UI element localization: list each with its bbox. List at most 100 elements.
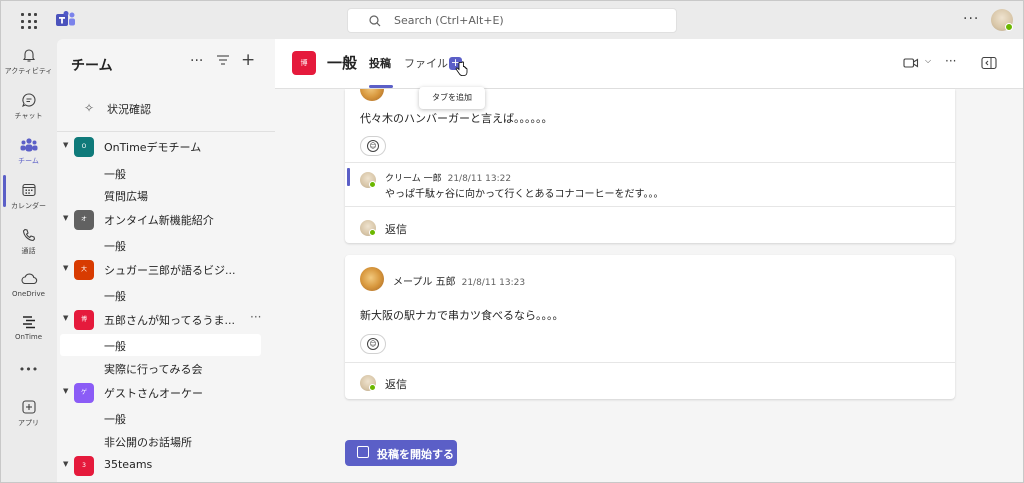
post-card: 代々木のハンバーガーと言えば。。。。。。 ☺ クリーム 一郎 21/8/11 13… bbox=[345, 89, 955, 243]
chevron-down-icon[interactable]: ▼ bbox=[63, 460, 68, 468]
rail-item-ontime[interactable]: OnTime bbox=[1, 308, 56, 352]
channel-name: 一般 bbox=[104, 240, 126, 253]
add-team-icon[interactable]: + bbox=[241, 50, 255, 70]
more-apps-icon: ••• bbox=[18, 363, 39, 376]
channel-info-icon[interactable] bbox=[981, 56, 997, 70]
chevron-down-icon[interactable]: ⌵ bbox=[925, 56, 931, 66]
my-avatar bbox=[360, 220, 376, 236]
presence-available-icon bbox=[369, 384, 376, 391]
chevron-down-icon[interactable]: ▼ bbox=[63, 387, 68, 395]
rail-item-apps[interactable]: アプリ bbox=[1, 393, 56, 437]
add-reaction-button[interactable]: ☺ bbox=[360, 136, 386, 156]
channel-header: 博 一般 投稿 ファイル + ⌵ ··· bbox=[275, 39, 1023, 89]
teams-logo-icon bbox=[56, 11, 75, 26]
search-input[interactable]: Search (Ctrl+Alt+E) bbox=[347, 8, 677, 33]
add-reaction-button[interactable]: ☺ bbox=[360, 334, 386, 354]
reply-author-name: クリーム 一郎 bbox=[385, 174, 442, 184]
start-post-button[interactable]: 投稿を開始する bbox=[345, 440, 457, 466]
teams-sidebar: チーム ··· + ✧ 状況確認 ▼ O OnTimeデモチーム 一般 質問広場… bbox=[57, 39, 275, 482]
bell-icon bbox=[22, 49, 35, 62]
tab-posts[interactable]: 投稿 bbox=[369, 55, 391, 71]
channel-name: 実際に行ってみる会 bbox=[104, 363, 203, 376]
app-launcher-icon[interactable] bbox=[21, 13, 37, 29]
profile-avatar[interactable] bbox=[991, 9, 1013, 31]
search-placeholder: Search (Ctrl+Alt+E) bbox=[394, 14, 504, 27]
start-post-label: 投稿を開始する bbox=[377, 448, 454, 461]
chevron-down-icon[interactable]: ▼ bbox=[63, 314, 68, 322]
post-text: 新大阪の駅ナカで串カツ食べるなら。。。。 bbox=[360, 309, 564, 322]
team-item-35teams[interactable]: ▼ 3 35teams bbox=[57, 454, 275, 478]
sparkle-icon: ✧ bbox=[84, 101, 95, 115]
channel-title: 一般 bbox=[327, 54, 358, 72]
rail-item-calls[interactable]: 通話 bbox=[1, 221, 56, 265]
settings-more-icon[interactable]: ··· bbox=[963, 11, 979, 27]
rail-item-teams[interactable]: チーム bbox=[1, 131, 56, 175]
post-timestamp: 21/8/11 13:23 bbox=[461, 278, 526, 288]
chevron-down-icon[interactable]: ▼ bbox=[63, 141, 68, 149]
add-tab-tooltip: タブを追加 bbox=[419, 87, 485, 109]
teams-window: Search (Ctrl+Alt+E) ··· アクティビティ チャット チーム… bbox=[0, 0, 1024, 483]
divider bbox=[57, 131, 275, 132]
reply-text: やっぱ千駄ヶ谷に向かって行くとあるコナコーヒーをだす。。。 bbox=[385, 189, 664, 200]
compose-icon bbox=[357, 446, 369, 458]
reply-author-avatar bbox=[360, 172, 376, 188]
channel-name: 一般 bbox=[104, 290, 126, 303]
channel-more-icon[interactable]: ··· bbox=[945, 54, 956, 68]
channel-item-selected[interactable]: 一般 bbox=[60, 334, 261, 356]
team-avatar: 3 bbox=[74, 456, 94, 476]
channel-item[interactable]: 一般 bbox=[60, 234, 261, 256]
channel-main: 博 一般 投稿 ファイル + ⌵ ··· タブを追加 代々木のハンバーガーと言え… bbox=[275, 39, 1023, 482]
post-card: メープル 五郎 21/8/11 13:23 新大阪の駅ナカで串カツ食べるなら。。。… bbox=[345, 255, 955, 399]
sidebar-item-status-check[interactable]: ✧ 状況確認 bbox=[57, 97, 275, 131]
team-avatar: 博 bbox=[74, 310, 94, 330]
app-rail: アクティビティ チャット チーム カレンダー 通話 OneDrive OnTim… bbox=[1, 39, 56, 482]
channel-item[interactable]: 一般 bbox=[60, 407, 261, 429]
rail-label: 通話 bbox=[21, 247, 36, 255]
team-item-guest[interactable]: ▼ ゲ ゲストさんオーケー bbox=[57, 381, 275, 405]
more-options-icon[interactable]: ··· bbox=[190, 53, 203, 69]
channel-name: 非公開のお話場所 bbox=[104, 436, 192, 449]
channel-item[interactable]: 質問広場 bbox=[60, 184, 261, 206]
team-item-new-features[interactable]: ▼ オ オンタイム新機能紹介 bbox=[57, 208, 275, 232]
video-call-icon[interactable] bbox=[903, 57, 919, 69]
team-name: 五郎さんが知ってるうま... bbox=[104, 314, 235, 327]
rail-label: アプリ bbox=[18, 419, 39, 427]
author-avatar bbox=[360, 267, 384, 291]
sidebar-title: チーム bbox=[71, 58, 113, 74]
reply-button[interactable]: 返信 bbox=[385, 376, 407, 392]
channel-item[interactable]: 実際に行ってみる会 bbox=[60, 357, 261, 379]
tab-files[interactable]: ファイル bbox=[404, 55, 448, 71]
team-item-ontime-demo[interactable]: ▼ O OnTimeデモチーム bbox=[57, 135, 275, 159]
rail-label: アクティビティ bbox=[4, 67, 53, 75]
divider bbox=[345, 362, 955, 363]
channel-item[interactable]: 一般 bbox=[60, 162, 261, 184]
chevron-down-icon[interactable]: ▼ bbox=[63, 264, 68, 272]
channel-item[interactable]: 一般 bbox=[60, 284, 261, 306]
phone-icon bbox=[22, 228, 35, 242]
rail-label: カレンダー bbox=[11, 202, 46, 210]
team-name: オンタイム新機能紹介 bbox=[104, 214, 214, 227]
team-more-icon[interactable]: ··· bbox=[250, 310, 261, 324]
team-name: ゲストさんオーケー bbox=[104, 387, 203, 400]
status-check-label: 状況確認 bbox=[107, 103, 151, 116]
emoji-icon: ☺ bbox=[367, 338, 379, 350]
rail-item-onedrive[interactable]: OneDrive bbox=[1, 265, 56, 309]
team-avatar: 大 bbox=[74, 260, 94, 280]
my-avatar bbox=[360, 375, 376, 391]
search-icon bbox=[369, 15, 381, 27]
filter-icon[interactable] bbox=[216, 54, 230, 70]
rail-label: OnTime bbox=[14, 333, 43, 341]
channel-item[interactable]: 非公開のお話場所 bbox=[60, 430, 261, 452]
reply-button[interactable]: 返信 bbox=[385, 221, 407, 237]
rail-item-chat[interactable]: チャット bbox=[1, 86, 56, 130]
team-item-goro[interactable]: ▼ 博 五郎さんが知ってるうま... ··· bbox=[57, 308, 275, 332]
chevron-down-icon[interactable]: ▼ bbox=[63, 214, 68, 222]
channel-name: 質問広場 bbox=[104, 190, 148, 203]
rail-label: チャット bbox=[14, 112, 43, 120]
team-item-sugar-saburo[interactable]: ▼ 大 シュガー三郎が語るビジ... bbox=[57, 258, 275, 282]
rail-item-calendar[interactable]: カレンダー bbox=[1, 176, 56, 220]
rail-item-activity[interactable]: アクティビティ bbox=[1, 41, 56, 85]
divider bbox=[345, 162, 955, 163]
rail-label: チーム bbox=[18, 157, 39, 165]
team-avatar: O bbox=[74, 137, 94, 157]
